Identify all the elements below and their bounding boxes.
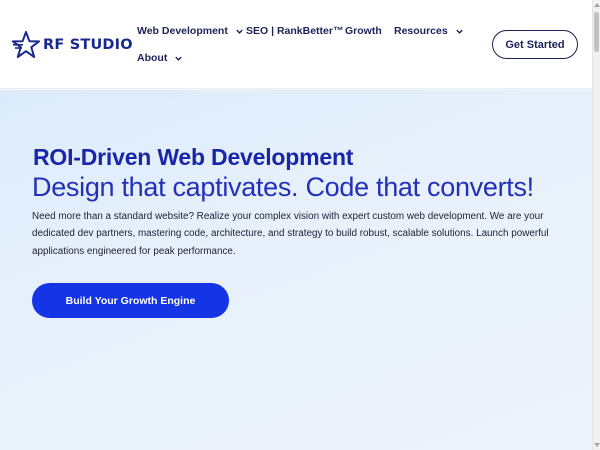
hero-title: ROI-Driven Web Development	[33, 144, 354, 170]
nav-item-label: SEO | RankBetter™	[246, 25, 344, 37]
nav-item-label: Resources	[394, 25, 448, 37]
nav-item-resources[interactable]: Resources	[394, 25, 464, 37]
chevron-down-icon	[455, 29, 463, 34]
scroll-down-arrow-icon[interactable]	[594, 443, 600, 447]
hero-description: Need more than a standard website? Reali…	[32, 211, 549, 257]
nav-item-growth[interactable]: Growth	[345, 25, 382, 37]
build-growth-engine-button[interactable]: Build Your Growth Engine	[32, 283, 229, 318]
nav-item-seo[interactable]: SEO | RankBetter™	[246, 25, 343, 37]
get-started-button[interactable]: Get Started	[492, 30, 578, 59]
scrollbar[interactable]	[592, 0, 600, 450]
hero-subtitle: Design that captivates. Code that conver…	[32, 172, 534, 202]
nav-item-web-development[interactable]: Web Development	[137, 25, 244, 37]
nav-item-label: Growth	[345, 25, 382, 37]
nav-item-label: About	[137, 52, 168, 64]
nav-item-label: Web Development	[137, 25, 228, 37]
chevron-down-icon	[175, 56, 183, 61]
chevron-down-icon	[236, 29, 243, 34]
star-icon	[12, 31, 40, 58]
site-header: RF STUDIO Web Development SEO | RankBett…	[0, 0, 592, 89]
scroll-thumb[interactable]	[594, 12, 599, 52]
nav-item-about[interactable]: About	[137, 52, 183, 64]
brand-name: RF STUDIO	[43, 37, 133, 53]
scroll-up-arrow-icon[interactable]	[594, 3, 600, 7]
logo[interactable]: RF STUDIO	[12, 30, 133, 60]
